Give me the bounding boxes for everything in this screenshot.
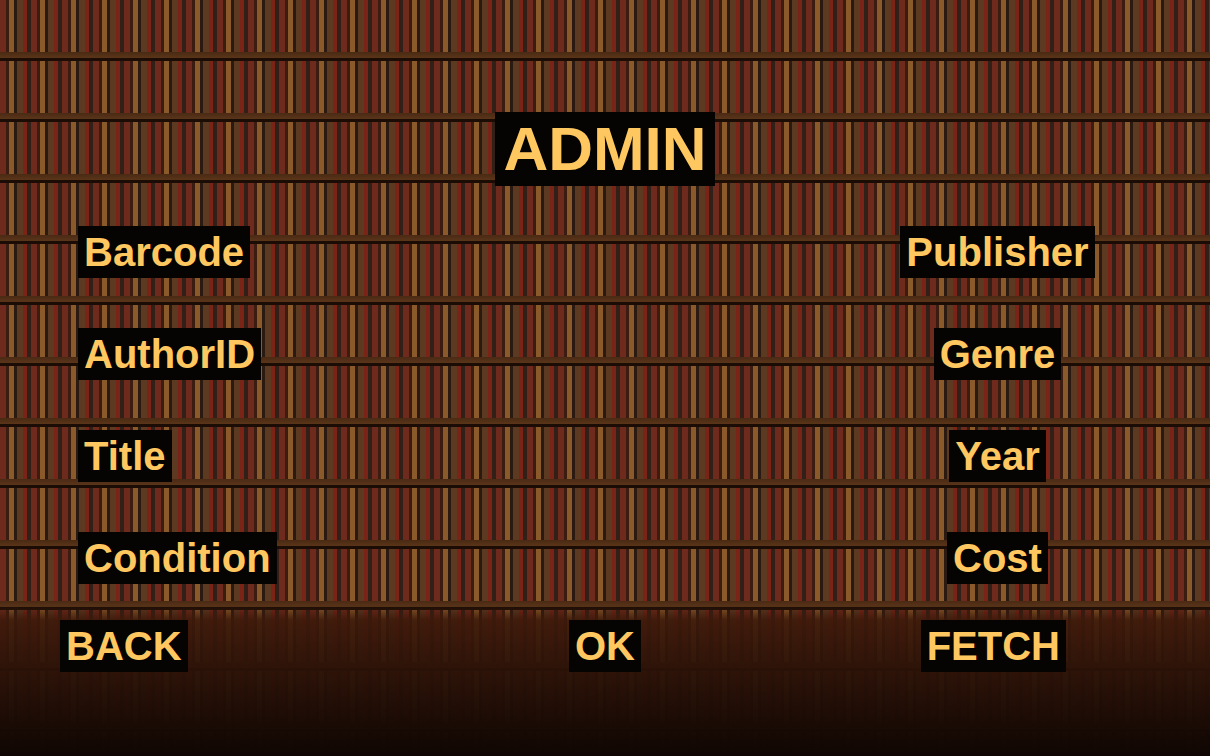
action-bar: BACK OK FETCH (0, 620, 1210, 672)
field-grid: Barcode AuthorID Title Condition Publisher Ge… (0, 226, 1210, 584)
field-label[interactable]: Cost (947, 532, 1048, 584)
right-field-column: Publisher Genre Year Cost (605, 226, 1210, 584)
admin-screen: ADMIN Barcode AuthorID Title Condition Publis… (0, 0, 1210, 756)
field-label[interactable]: AuthorID (78, 328, 261, 380)
fetch-button[interactable]: FETCH (921, 620, 1066, 672)
field-label[interactable]: Publisher (900, 226, 1094, 278)
ok-button[interactable]: OK (569, 620, 641, 672)
field-label[interactable]: Year (949, 430, 1046, 482)
header: ADMIN (0, 112, 1210, 186)
admin-title: ADMIN (495, 112, 714, 186)
field-label[interactable]: Genre (934, 328, 1062, 380)
field-label[interactable]: Title (78, 430, 172, 482)
back-button[interactable]: BACK (60, 620, 188, 672)
left-field-column: Barcode AuthorID Title Condition (0, 226, 605, 584)
field-label[interactable]: Condition (78, 532, 277, 584)
field-label[interactable]: Barcode (78, 226, 250, 278)
